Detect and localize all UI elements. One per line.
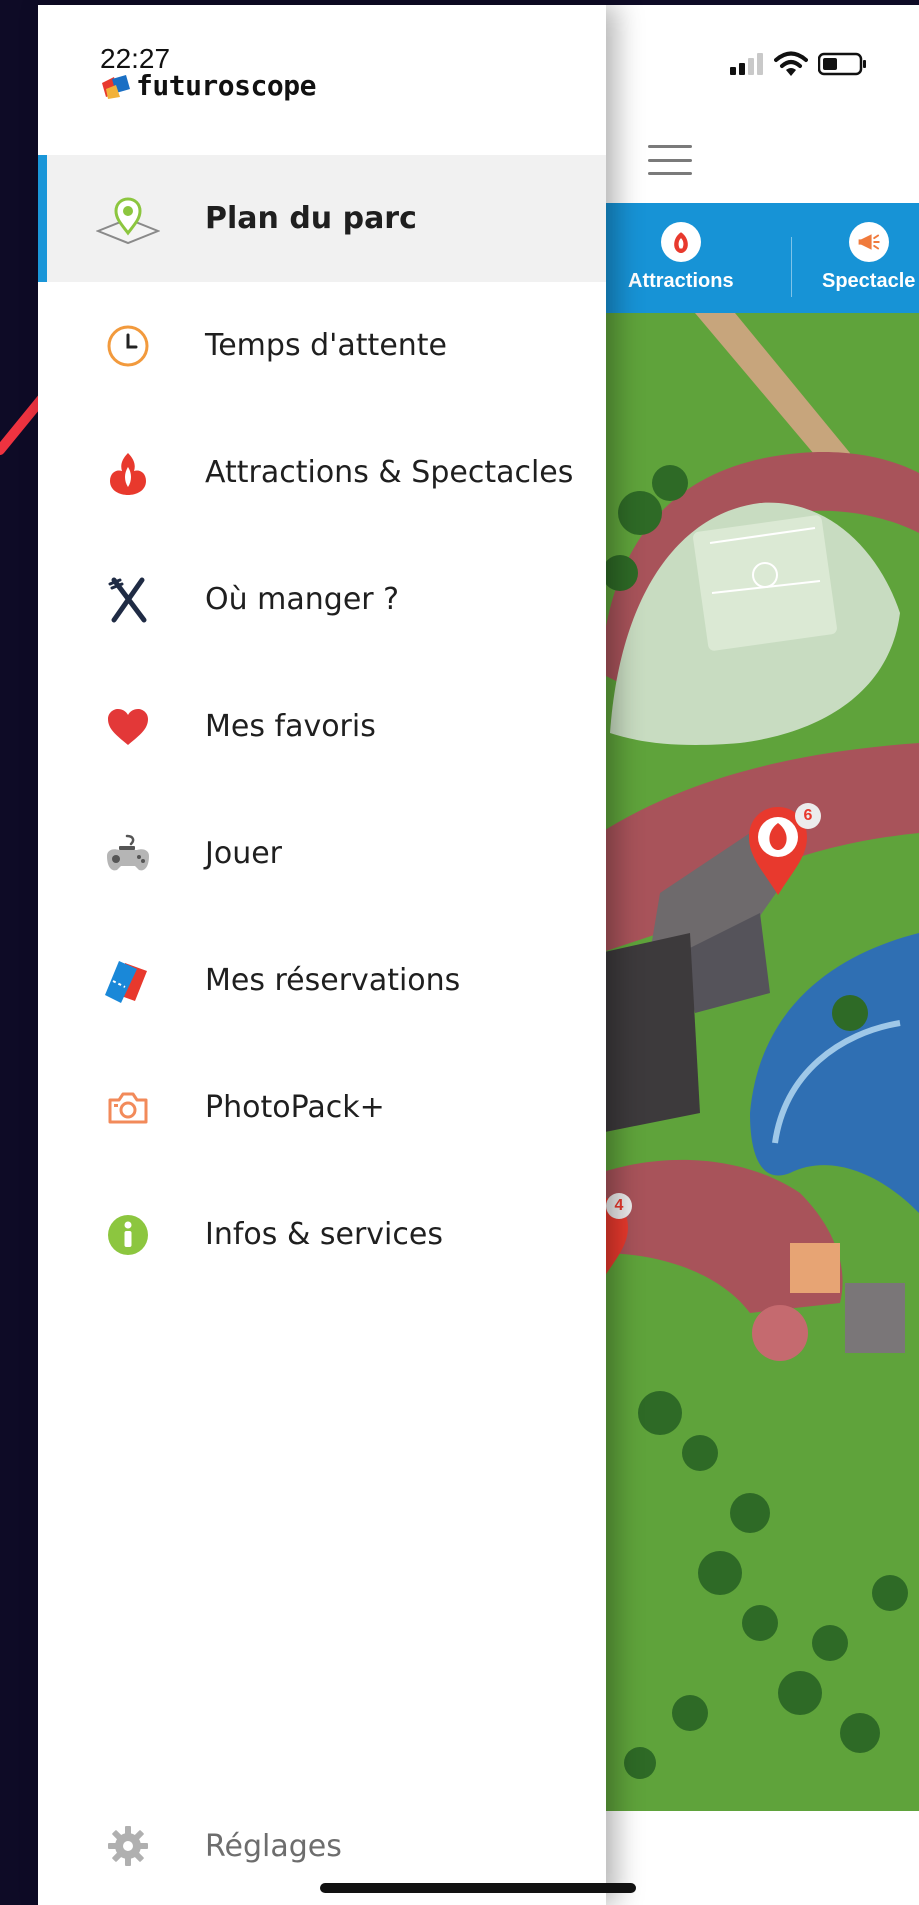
menu-item-attractions-spectacles[interactable]: Attractions & Spectacles	[38, 409, 606, 536]
marker-count: 6	[803, 807, 813, 824]
category-attractions-label: Attractions	[628, 270, 734, 292]
category-spectacle-label: Spectacle	[822, 270, 916, 292]
menu-item-mes-favoris[interactable]: Mes favoris	[38, 663, 606, 790]
signal-icon	[730, 53, 763, 75]
menu-item-mes-reservations[interactable]: Mes réservations	[38, 917, 606, 1044]
attractions-icon	[660, 222, 701, 262]
menu-item-label: Attractions & Spectacles	[205, 455, 574, 490]
futuroscope-logo: futuroscope	[100, 69, 316, 102]
menu-item-label: Infos & services	[205, 1217, 443, 1252]
side-drawer: 22:27 futuroscope Plan du parc Temps d'a…	[38, 5, 606, 1905]
menu-item-infos-services[interactable]: Infos & services	[38, 1171, 606, 1298]
map-marker-attraction[interactable]: 6	[745, 803, 821, 903]
menu-item-label: Réglages	[205, 1828, 342, 1864]
battery-icon	[818, 52, 866, 76]
category-divider	[791, 237, 792, 297]
attractions-icon	[90, 441, 166, 505]
menu-item-label: Mes réservations	[205, 963, 461, 998]
fork-knife-icon	[90, 568, 166, 632]
menu-item-label: PhotoPack+	[205, 1090, 385, 1125]
marker-count-badge: 4	[606, 1193, 632, 1219]
bottom-bar	[600, 1811, 919, 1905]
menu-item-label: Temps d'attente	[205, 328, 448, 363]
map-screen: Attractions Spectacle 6 4	[600, 5, 919, 1905]
menu-item-label: Où manger ?	[205, 582, 400, 617]
wifi-icon	[774, 51, 808, 76]
menu-item-photopack[interactable]: PhotoPack+	[38, 1044, 606, 1171]
map-pin-icon	[90, 187, 166, 251]
hamburger-menu-icon[interactable]	[648, 145, 692, 175]
menu-item-ou-manger[interactable]: Où manger ?	[38, 536, 606, 663]
ticket-icon	[90, 949, 166, 1013]
gear-icon	[90, 1814, 166, 1878]
menu-item-label: Mes favoris	[205, 709, 376, 744]
category-attractions[interactable]: Attractions	[628, 203, 734, 313]
megaphone-icon	[848, 222, 889, 262]
futuroscope-logo-icon	[102, 74, 130, 99]
menu-item-label: Jouer	[205, 836, 283, 871]
home-indicator	[320, 1883, 636, 1893]
menu-item-temps-dattente[interactable]: Temps d'attente	[38, 282, 606, 409]
category-spectacle[interactable]: Spectacle	[822, 203, 915, 313]
clock-icon	[90, 314, 166, 378]
status-bar-icons	[730, 51, 868, 77]
info-icon	[90, 1203, 166, 1267]
camera-icon	[90, 1076, 166, 1140]
park-map[interactable]: 6 4	[600, 313, 919, 1811]
menu-item-label: Plan du parc	[205, 201, 417, 236]
marker-count: 4	[614, 1197, 624, 1214]
menu-item-plan-du-parc[interactable]: Plan du parc	[38, 155, 606, 282]
gamepad-icon	[90, 822, 166, 886]
heart-icon	[90, 695, 166, 759]
marker-count-badge: 6	[795, 803, 821, 829]
brand-name: futuroscope	[136, 69, 316, 102]
menu-item-jouer[interactable]: Jouer	[38, 790, 606, 917]
drawer-header: 22:27 futuroscope	[100, 45, 316, 103]
category-filter-bar: Attractions Spectacle	[600, 203, 919, 313]
